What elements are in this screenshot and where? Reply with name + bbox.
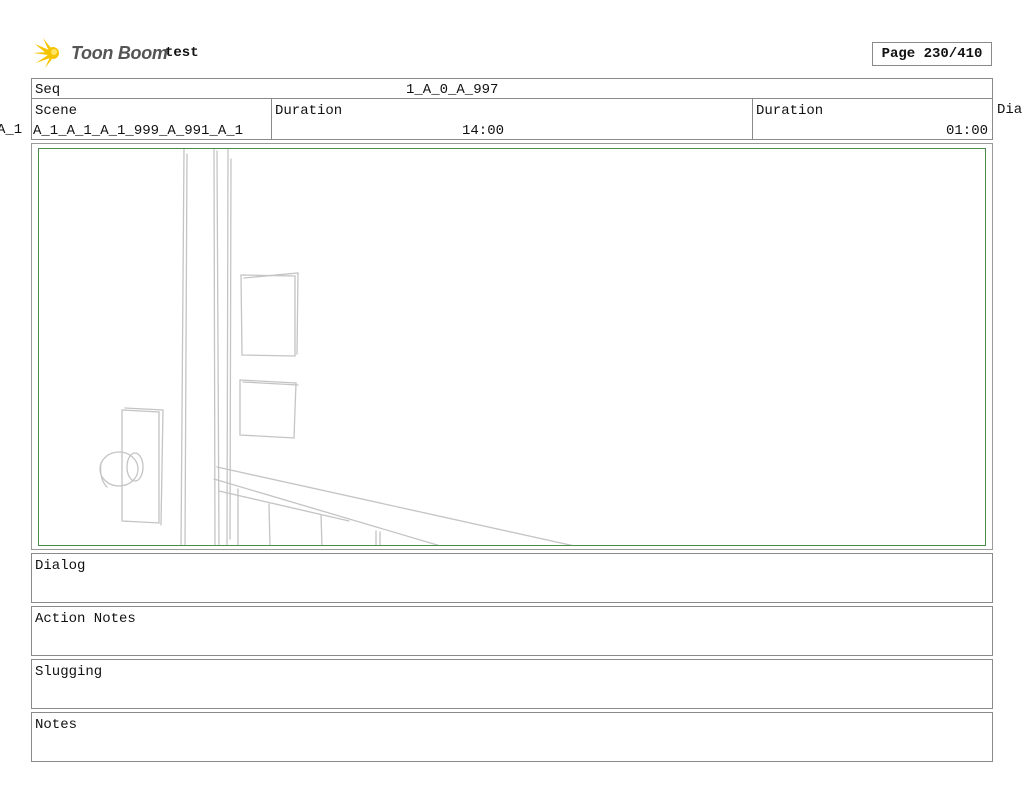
notes-panel[interactable]: Notes [31,712,993,762]
toon-boom-star-icon [33,38,59,68]
dialog-panel[interactable]: Dialog [31,553,993,603]
door-sketch [99,149,573,545]
panel-duration-label: Duration [756,103,824,119]
project-title: test [165,45,199,61]
slugging-panel[interactable]: Slugging [31,659,993,709]
action-notes-panel[interactable]: Action Notes [31,606,993,656]
scene-label: Scene [35,103,78,119]
previous-scene-overflow: A_1 [0,122,23,138]
scene-duration-cell: Duration 14:00 [271,98,753,140]
toon-boom-logo: Toon Boom [33,36,168,70]
scene-cell: Scene A_1_A_1_A_1_999_A_991_A_1 [31,98,272,140]
panel-duration-cell: Duration 01:00 [752,98,993,140]
slugging-label: Slugging [35,664,103,680]
sequence-label: Seq [35,82,61,98]
sequence-row: Seq 1_A_0_A_997 [31,78,993,99]
notes-label: Notes [35,717,78,733]
panel-duration-value: 01:00 [945,123,988,139]
next-column-overflow: Dia [997,102,1023,118]
dialog-label: Dialog [35,558,86,574]
scene-duration-value: 14:00 [462,123,505,139]
scene-value: A_1_A_1_A_1_999_A_991_A_1 [33,123,244,139]
toon-boom-wordmark: Toon Boom [71,42,168,63]
page-counter: Page 230/410 [872,42,992,66]
sequence-value: 1_A_0_A_997 [406,82,499,98]
scene-duration-label: Duration [275,103,343,119]
action-notes-label: Action Notes [35,611,136,627]
panel-drawing-area[interactable] [38,148,986,546]
